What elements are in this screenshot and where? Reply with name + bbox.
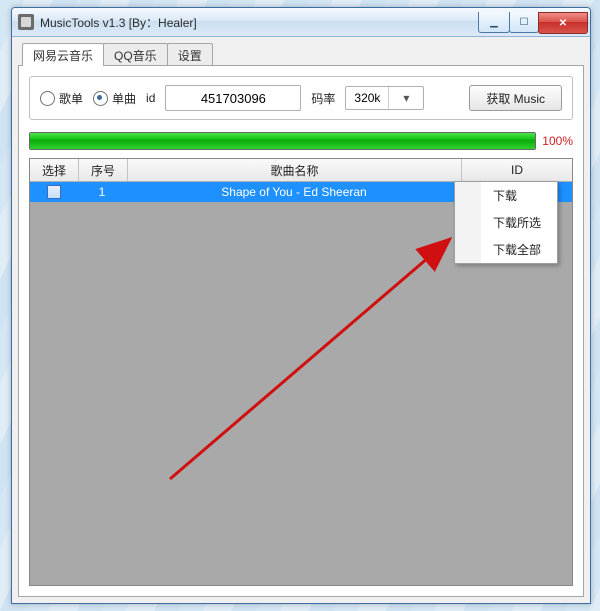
search-box: 歌单 单曲 id 码率 320k ▾ 获取 Music: [29, 76, 573, 120]
radio-single-label: 单曲: [112, 90, 136, 107]
menu-download-all[interactable]: 下载全部: [455, 236, 557, 263]
window-title: MusicTools v1.3 [By：Healer]: [40, 14, 197, 31]
th-name[interactable]: 歌曲名称: [128, 159, 462, 181]
minimize-icon: ▁: [490, 17, 498, 28]
progress-fill: [30, 133, 535, 149]
minimize-button[interactable]: ▁: [478, 12, 510, 33]
app-icon: [18, 14, 34, 30]
menu-download-selected[interactable]: 下载所选: [455, 209, 557, 236]
tab-panel: 歌单 单曲 id 码率 320k ▾ 获取 Music: [18, 65, 584, 597]
row-checkbox-cell[interactable]: [30, 185, 78, 199]
progress-row: 100%: [29, 132, 573, 150]
radio-album-label: 歌单: [59, 90, 83, 107]
table-header: 选择 序号 歌曲名称 ID: [30, 159, 572, 182]
fetch-music-button[interactable]: 获取 Music: [469, 85, 562, 111]
checkbox-icon: [47, 185, 61, 199]
bitrate-label: 码率: [311, 90, 335, 107]
radio-single[interactable]: 单曲: [93, 90, 136, 107]
tab-settings[interactable]: 设置: [167, 43, 213, 66]
menu-download[interactable]: 下载: [455, 182, 557, 209]
maximize-button[interactable]: ☐: [509, 12, 539, 33]
th-id[interactable]: ID: [462, 159, 572, 181]
row-seq: 1: [78, 185, 126, 199]
context-menu: 下载 下载所选 下载全部: [454, 181, 558, 264]
radio-icon: [40, 91, 55, 106]
progress-percent: 100%: [542, 134, 573, 148]
radio-album[interactable]: 歌单: [40, 90, 83, 107]
tab-bar: 网易云音乐 QQ音乐 设置: [22, 43, 584, 66]
fetch-music-label: 获取 Music: [486, 90, 545, 107]
close-button[interactable]: ✕: [538, 12, 588, 34]
id-label: id: [146, 91, 155, 105]
id-input[interactable]: [165, 85, 301, 111]
th-select[interactable]: 选择: [30, 159, 79, 181]
client-area: 网易云音乐 QQ音乐 设置 歌单 单曲 id 码率 320k ▾: [12, 37, 590, 603]
th-seq[interactable]: 序号: [79, 159, 128, 181]
titlebar[interactable]: MusicTools v1.3 [By：Healer] ▁ ☐ ✕: [12, 8, 590, 37]
tab-qqmusic[interactable]: QQ音乐: [103, 43, 168, 66]
result-table: 选择 序号 歌曲名称 ID 1 Shape of You - Ed Sheera…: [29, 158, 573, 586]
tab-netease[interactable]: 网易云音乐: [22, 43, 104, 66]
close-icon: ✕: [559, 18, 567, 29]
chevron-down-icon: ▾: [388, 87, 423, 109]
progress-bar: [29, 132, 536, 150]
maximize-icon: ☐: [520, 17, 529, 28]
window-buttons: ▁ ☐ ✕: [479, 12, 588, 32]
bitrate-value: 320k: [346, 91, 388, 105]
bitrate-select[interactable]: 320k ▾: [345, 86, 424, 110]
app-window: MusicTools v1.3 [By：Healer] ▁ ☐ ✕ 网易云音乐 …: [11, 7, 591, 604]
row-name: Shape of You - Ed Sheeran: [126, 185, 462, 199]
radio-icon: [93, 91, 108, 106]
